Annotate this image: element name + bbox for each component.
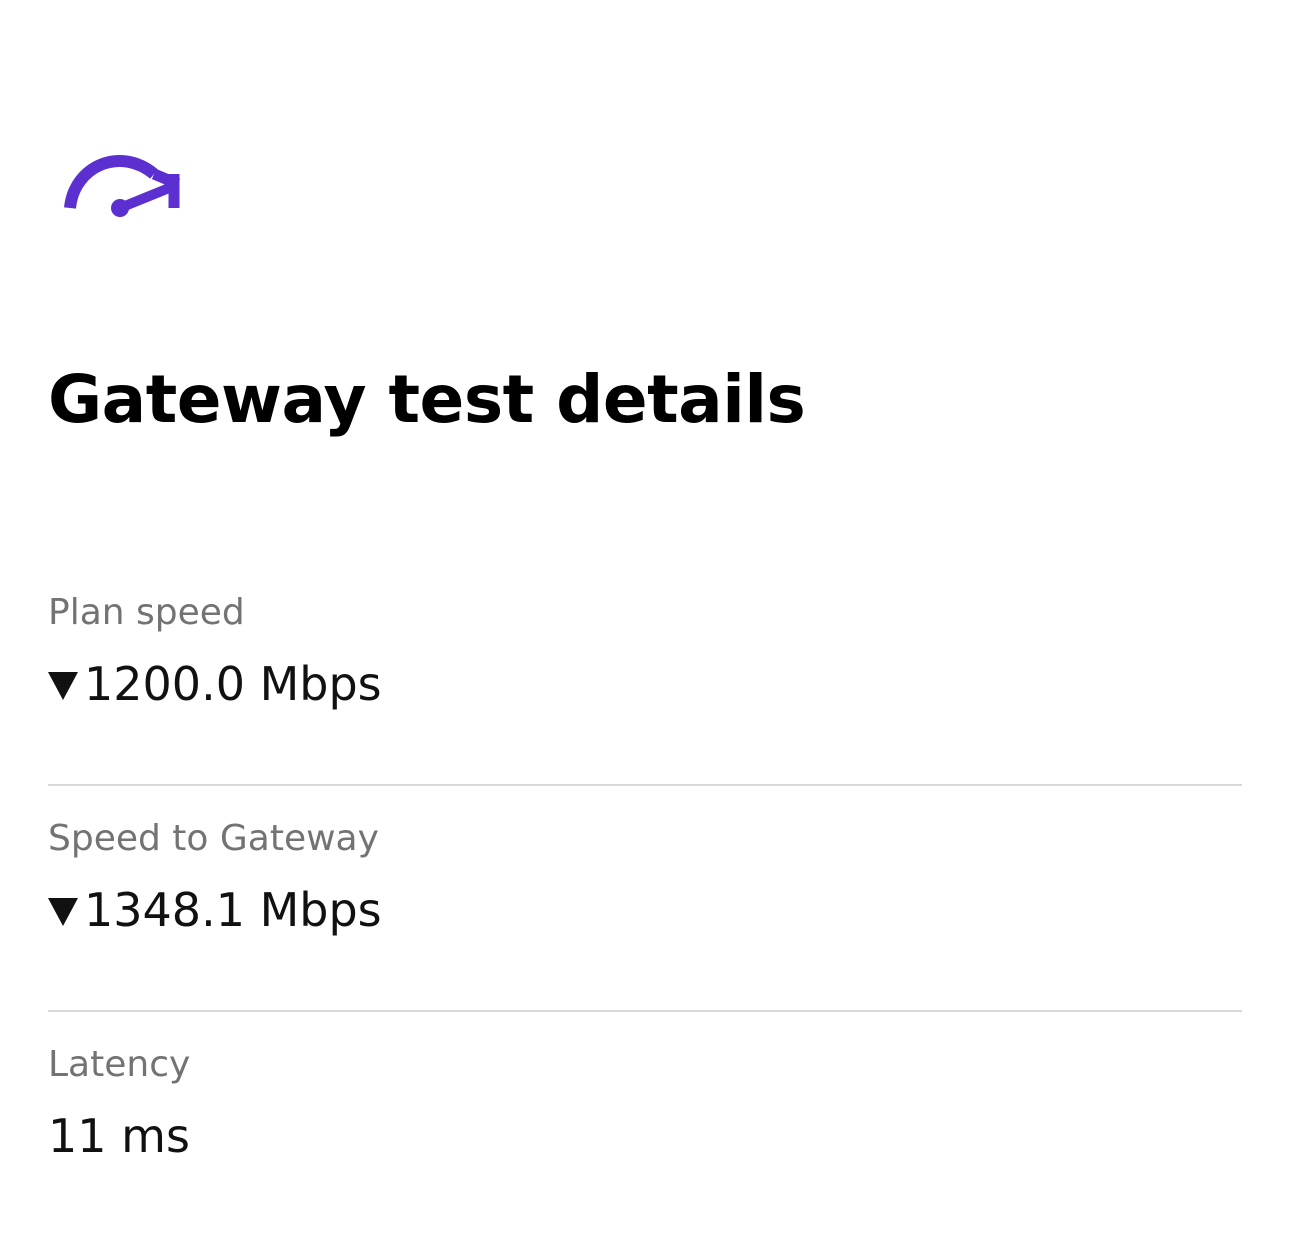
speedometer-icon [62,150,184,220]
plan-speed-value-line: 1200.0 Mbps [48,656,1242,712]
speed-to-gateway-value-line: 1348.1 Mbps [48,882,1242,938]
latency-label: Latency [48,1044,191,1085]
down-arrow-icon [48,898,78,926]
plan-speed-label: Plan speed [48,592,245,633]
speed-to-gateway-label: Speed to Gateway [48,818,379,859]
metrics-list: Plan speed 1200.0 Mbps Speed to Gateway … [48,560,1242,1238]
plan-speed-value: 1200.0 Mbps [84,657,382,711]
latency-row: Latency 11 ms [48,1012,1242,1238]
plan-speed-row: Plan speed 1200.0 Mbps [48,560,1242,786]
speed-to-gateway-row: Speed to Gateway 1348.1 Mbps [48,786,1242,1012]
latency-value-line: 11 ms [48,1108,1242,1164]
latency-value: 11 ms [48,1109,190,1163]
down-arrow-icon [48,672,78,700]
page-title: Gateway test details [48,361,806,438]
speed-to-gateway-value: 1348.1 Mbps [84,883,382,937]
